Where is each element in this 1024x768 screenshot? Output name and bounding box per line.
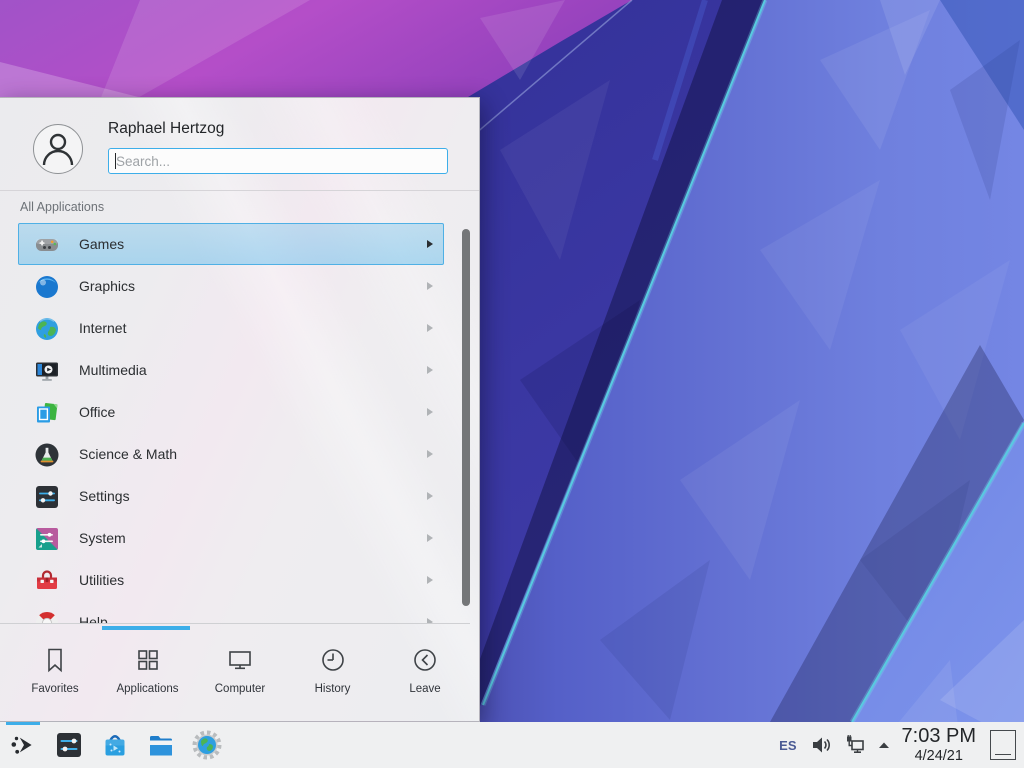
category-row-settings[interactable]: Settings [18,475,444,517]
category-row-multimedia[interactable]: Multimedia [18,349,444,391]
launcher-header: Raphael Hertzog [0,98,479,191]
category-list: Games Graphics Internet [0,223,480,623]
digital-clock[interactable]: 7:03 PM 4/24/21 [902,726,976,764]
category-row-system[interactable]: System [18,517,444,559]
category-row-office[interactable]: Office [18,391,444,433]
submenu-arrow-icon [427,366,433,374]
footer-separator [0,623,470,624]
globe-icon [33,315,61,343]
discover-button[interactable] [92,722,138,768]
category-row-utilities[interactable]: Utilities [18,559,444,601]
section-label: All Applications [20,200,104,214]
toolbox-icon [33,567,61,595]
office-documents-icon [33,399,61,427]
submenu-arrow-icon [427,282,433,290]
submenu-arrow-icon [427,450,433,458]
search-input[interactable] [108,148,448,174]
volume-icon[interactable] [810,734,832,756]
clock-date: 4/24/21 [902,749,976,764]
app-grid-icon [133,645,163,675]
category-row-help[interactable]: Help [18,601,444,623]
web-browser-button[interactable] [184,722,230,768]
history-clock-icon [318,645,348,675]
system-sliders-icon [33,525,61,553]
active-task-indicator [6,722,40,725]
expand-tray-arrow-icon[interactable] [876,737,892,753]
submenu-arrow-icon [427,534,433,542]
tab-applications[interactable]: Applications [103,631,193,722]
submenu-arrow-icon [427,492,433,500]
leave-icon [410,645,440,675]
launcher-footer-tabs: Favorites Applications Computer [0,631,480,722]
submenu-arrow-icon [427,408,433,416]
user-name: Raphael Hertzog [108,120,224,138]
system-tray: ES 7:03 PM 4/24/21 [779,722,1024,768]
wired-network-icon[interactable] [843,734,865,756]
tab-computer[interactable]: Computer [195,631,285,722]
user-avatar-icon[interactable] [33,124,83,174]
active-tab-indicator [102,626,190,630]
folder-icon [145,729,177,761]
discover-bag-icon [99,729,131,761]
computer-icon [225,645,255,675]
category-row-graphics[interactable]: Graphics [18,265,444,307]
multimedia-monitor-icon [33,357,61,385]
tab-leave[interactable]: Leave [380,631,470,722]
gamepad-icon [33,231,61,259]
system-settings-button[interactable] [46,722,92,768]
clock-time: 7:03 PM [902,726,976,746]
submenu-arrow-icon [427,576,433,584]
tab-favorites[interactable]: Favorites [10,631,100,722]
settings-sliders-icon [33,483,61,511]
application-launcher-button[interactable] [0,722,46,768]
bookmark-icon [40,645,70,675]
tab-history[interactable]: History [288,631,378,722]
file-manager-button[interactable] [138,722,184,768]
science-flask-icon [33,441,61,469]
globe-gear-icon [191,729,223,761]
category-row-games[interactable]: Games [18,223,444,265]
application-launcher-menu: Raphael Hertzog All Applications Games [0,97,480,722]
lifebuoy-icon [33,609,61,623]
taskbar-panel: ES 7:03 PM 4/24/21 [0,722,1024,768]
system-settings-icon [53,729,85,761]
kde-launcher-icon [7,729,39,761]
category-row-science-math[interactable]: Science & Math [18,433,444,475]
show-desktop-button[interactable] [990,730,1016,760]
list-scrollbar[interactable] [462,229,470,606]
category-row-internet[interactable]: Internet [18,307,444,349]
graphics-orb-icon [33,273,61,301]
submenu-arrow-icon [427,240,433,248]
keyboard-layout-indicator[interactable]: ES [779,738,796,753]
submenu-arrow-icon [427,324,433,332]
text-caret [115,153,116,169]
